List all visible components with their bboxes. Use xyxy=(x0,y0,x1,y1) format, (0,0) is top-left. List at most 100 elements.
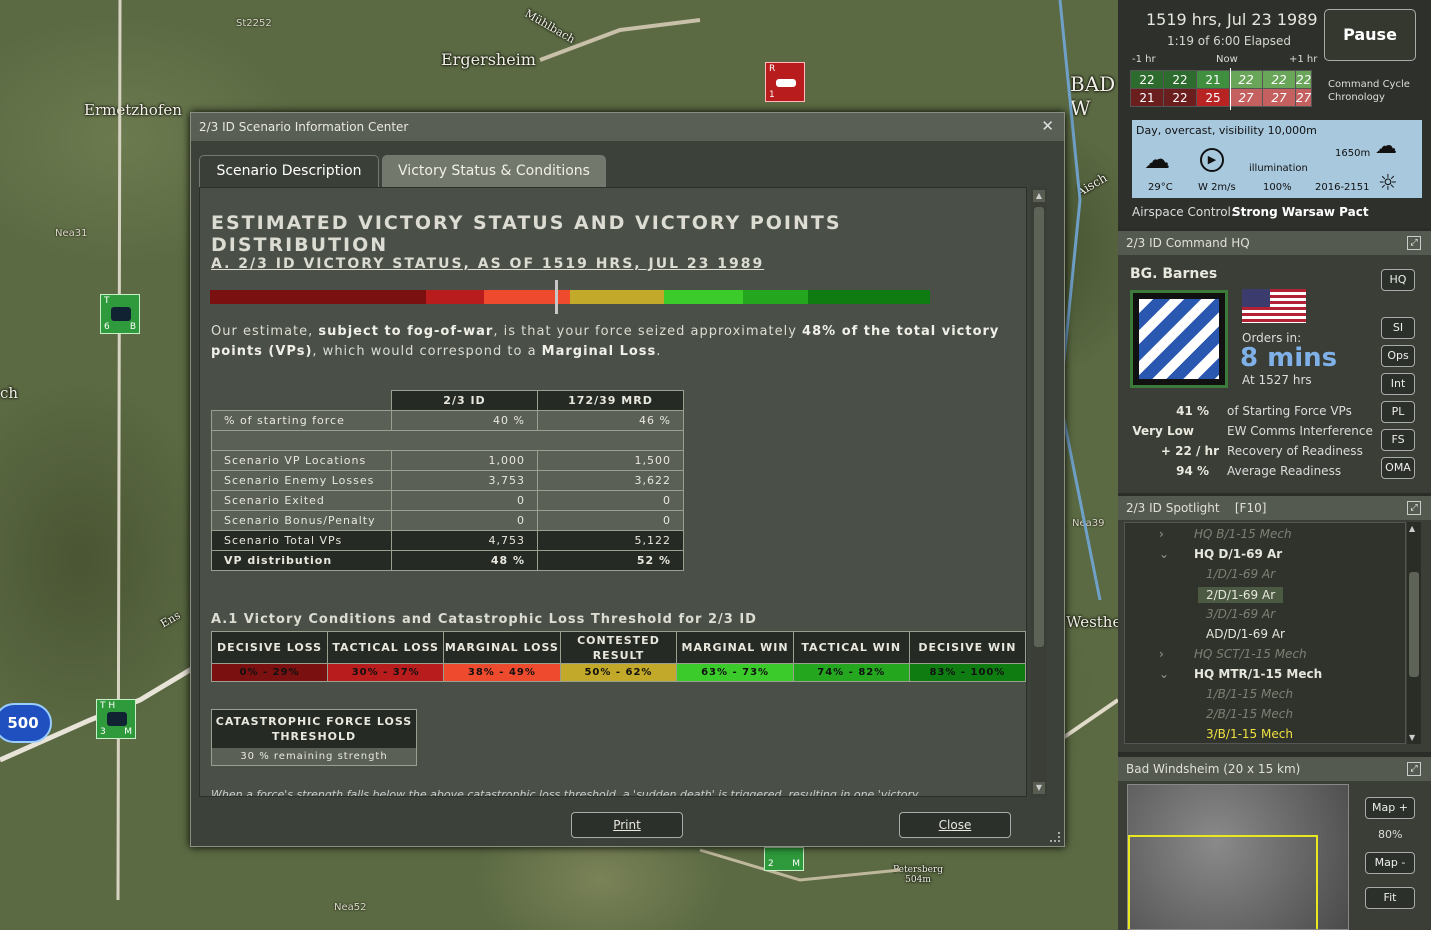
resize-grip-icon[interactable] xyxy=(1050,832,1060,842)
orders-value: 8 mins xyxy=(1240,343,1338,373)
pl-button[interactable]: PL xyxy=(1381,401,1415,423)
map-unit-marker[interactable]: 2 M xyxy=(764,847,804,871)
victory-status-marker xyxy=(554,280,558,314)
game-time: 1519 hrs, Jul 23 1989 xyxy=(1146,10,1318,29)
tree-scrollbar[interactable]: ▲ ▼ xyxy=(1407,522,1421,744)
unit-type: B xyxy=(129,322,136,332)
chron-axis-label: +1 hr xyxy=(1289,54,1318,65)
estimate-text: Our estimate, subject to fog-of-war, is … xyxy=(211,322,1026,362)
si-button[interactable]: SI xyxy=(1381,317,1415,339)
tree-item[interactable]: 3/D/1-69 Ar xyxy=(1206,607,1275,621)
tree-item[interactable]: HQ D/1-69 Ar xyxy=(1194,547,1282,561)
scroll-down-icon[interactable]: ▼ xyxy=(1409,733,1415,742)
tree-item[interactable]: HQ SCT/1-15 Mech xyxy=(1194,647,1307,661)
table-cell: 0 xyxy=(391,490,538,511)
temperature: 29°C xyxy=(1148,182,1173,193)
clock-panel: 1519 hrs, Jul 23 1989 1:19 of 6:00 Elaps… xyxy=(1118,0,1431,228)
hq-button[interactable]: HQ xyxy=(1381,269,1415,291)
tree-item[interactable]: 1/D/1-69 Ar xyxy=(1206,567,1275,581)
minimap-viewport[interactable] xyxy=(1128,835,1318,929)
pause-button[interactable]: Pause xyxy=(1324,9,1416,61)
ops-button[interactable]: Ops xyxy=(1381,345,1415,367)
table-cell: 40 % xyxy=(391,410,538,431)
estimate-part: , which would correspond to a xyxy=(312,344,542,359)
tree-item-label: 1/B/1-15 Mech xyxy=(1206,687,1293,701)
scroll-thumb[interactable] xyxy=(1409,572,1419,677)
tree-item-label: 2/B/1-15 Mech xyxy=(1206,707,1293,721)
vp-location-marker[interactable]: 500 xyxy=(0,703,52,743)
table-cell: 3,622 xyxy=(537,470,684,491)
tree-item[interactable]: 2/B/1-15 Mech xyxy=(1206,707,1293,721)
chevron-down-icon[interactable]: ⌄ xyxy=(1159,667,1169,681)
unit-top-label: T xyxy=(104,296,110,306)
scroll-up-icon[interactable]: ▲ xyxy=(1033,190,1045,202)
table-cell: Scenario Enemy Losses xyxy=(211,470,392,491)
int-button[interactable]: Int xyxy=(1381,373,1415,395)
scroll-thumb[interactable] xyxy=(1034,207,1044,647)
unit-top-label: R xyxy=(769,64,776,74)
tree-item[interactable]: HQ MTR/1-15 Mech xyxy=(1194,667,1322,681)
insignia-stripes-icon xyxy=(1139,299,1219,379)
condition-range: 50% - 62% xyxy=(559,663,678,682)
unit-type: M xyxy=(792,859,800,869)
table-cell: 52 % xyxy=(537,550,684,571)
condition-label: TACTICAL LOSS xyxy=(327,631,445,664)
stat-value: Very Low xyxy=(1132,424,1194,438)
minimap[interactable] xyxy=(1127,784,1349,930)
elapsed-time: 1:19 of 6:00 Elapsed xyxy=(1167,34,1292,48)
expand-icon[interactable]: ⤢ xyxy=(1407,501,1421,515)
print-button[interactable]: Print xyxy=(571,812,683,838)
tree-item[interactable]: AD/D/1-69 Ar xyxy=(1206,627,1285,641)
vp-table-header: 2/3 ID xyxy=(391,390,538,411)
close-button[interactable]: Close xyxy=(899,812,1011,838)
hq-panel: 2/3 ID Command HQ ⤢ BG. Barnes Orders in… xyxy=(1118,231,1431,493)
chron-cell: 27 xyxy=(1294,88,1313,107)
tree-item[interactable]: HQ B/1-15 Mech xyxy=(1194,527,1292,541)
tab-victory-status[interactable]: Victory Status & Conditions xyxy=(382,155,606,187)
vp-value: 500 xyxy=(7,714,39,732)
expand-icon[interactable]: ⤢ xyxy=(1407,236,1421,250)
close-icon[interactable]: ✕ xyxy=(1041,117,1054,135)
page-title: ESTIMATED VICTORY STATUS AND VICTORY POI… xyxy=(211,212,842,256)
chevron-right-icon[interactable]: › xyxy=(1159,647,1164,661)
map-unit-marker[interactable]: R 1 xyxy=(765,62,805,102)
map-unit-marker[interactable]: T H 3 M xyxy=(96,699,136,739)
scroll-down-icon[interactable]: ▼ xyxy=(1033,782,1045,794)
table-cell: 0 xyxy=(537,490,684,511)
daylight-hours: 2016-2151 xyxy=(1315,182,1370,193)
expand-icon[interactable]: ⤢ xyxy=(1407,762,1421,776)
table-row: Scenario Exited 0 0 xyxy=(211,490,684,511)
map-zoom-in-button[interactable]: Map + xyxy=(1365,797,1415,819)
command-cycle-chronology[interactable]: 22 22 21 22 22 22 21 22 25 27 27 27 xyxy=(1130,70,1313,107)
illumination-value: 100% xyxy=(1263,182,1292,193)
table-cell: 1,000 xyxy=(391,450,538,471)
map-unit-marker[interactable]: T 6 B xyxy=(100,294,140,334)
minimap-title: Bad Windsheim (20 x 15 km) xyxy=(1126,762,1301,776)
table-cell: 0 xyxy=(391,510,538,531)
oma-button[interactable]: OMA xyxy=(1381,457,1415,479)
vp-table-header: 172/39 MRD xyxy=(537,390,684,411)
chevron-down-icon[interactable]: ⌄ xyxy=(1159,547,1169,561)
condition-range: 38% - 49% xyxy=(443,663,561,682)
tree-item[interactable]: 1/B/1-15 Mech xyxy=(1206,687,1293,701)
table-cell: 0 xyxy=(537,510,684,531)
spotlight-tree[interactable]: HQ B/1-15 Mech › HQ D/1-69 Ar ⌄ 1/D/1-69 Ar 2… xyxy=(1124,522,1406,744)
victory-bar-segment xyxy=(742,290,808,304)
chron-cell: 22 xyxy=(1163,70,1197,89)
condition-label: CONTESTED RESULT xyxy=(559,631,678,664)
unit-strength: 1 xyxy=(769,90,775,100)
map-fit-button[interactable]: Fit xyxy=(1365,887,1415,909)
stat-value: 94 % xyxy=(1176,464,1209,478)
content-scrollbar[interactable]: ▲ ▼ xyxy=(1031,187,1047,797)
scroll-up-icon[interactable]: ▲ xyxy=(1409,524,1415,533)
tree-item[interactable]: 2/D/1-69 Ar xyxy=(1198,587,1284,603)
dialog-title-bar[interactable]: 2/3 ID Scenario Information Center ✕ xyxy=(191,113,1064,141)
chevron-right-icon[interactable]: › xyxy=(1159,527,1164,541)
division-insignia[interactable] xyxy=(1130,290,1228,388)
tree-item[interactable]: 3/B/1-15 Mech xyxy=(1206,727,1293,741)
victory-bar-segment xyxy=(210,290,426,304)
fs-button[interactable]: FS xyxy=(1381,429,1415,451)
map-zoom-out-button[interactable]: Map - xyxy=(1365,852,1415,874)
wind: W 2m/s xyxy=(1198,182,1236,193)
tab-scenario-description[interactable]: Scenario Description xyxy=(199,155,379,187)
